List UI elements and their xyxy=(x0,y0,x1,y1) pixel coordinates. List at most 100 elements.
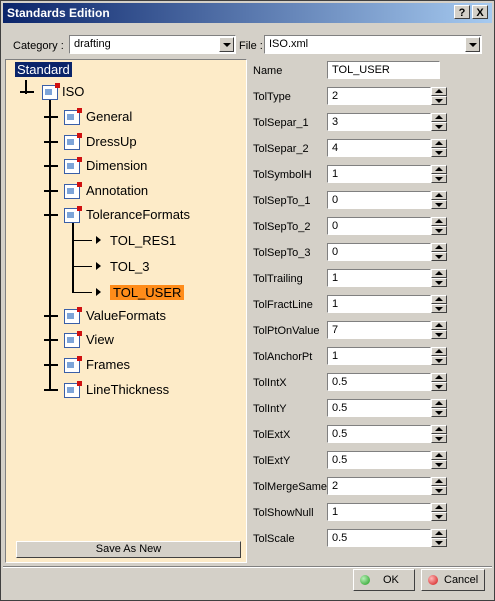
spin-buttons[interactable] xyxy=(431,451,447,469)
property-input[interactable]: 0.5 xyxy=(327,399,431,417)
spin-down-icon[interactable] xyxy=(431,304,447,313)
spin-down-icon[interactable] xyxy=(431,174,447,183)
spin-buttons[interactable] xyxy=(431,139,447,157)
spin-down-icon[interactable] xyxy=(431,200,447,209)
close-button[interactable]: X xyxy=(472,5,488,19)
tree-node-tol-user[interactable]: TOL_USER xyxy=(94,283,204,303)
tree-node-toleranceformats[interactable]: ToleranceFormats xyxy=(44,205,224,225)
spin-up-icon[interactable] xyxy=(431,399,447,408)
spin-buttons[interactable] xyxy=(431,399,447,417)
spin-buttons[interactable] xyxy=(431,425,447,443)
spin-down-icon[interactable] xyxy=(431,330,447,339)
property-input[interactable]: 2 xyxy=(327,87,431,105)
spin-buttons[interactable] xyxy=(431,165,447,183)
property-input[interactable]: 7 xyxy=(327,321,431,339)
spin-buttons[interactable] xyxy=(431,529,447,547)
spin-up-icon[interactable] xyxy=(431,503,447,512)
spin-up-icon[interactable] xyxy=(431,191,447,200)
tree-node-dimension[interactable]: Dimension xyxy=(44,156,184,176)
spin-down-icon[interactable] xyxy=(431,226,447,235)
file-select[interactable]: ISO.xml xyxy=(264,35,482,54)
spin-down-icon[interactable] xyxy=(431,512,447,521)
property-input[interactable]: 1 xyxy=(327,165,431,183)
spin-up-icon[interactable] xyxy=(431,321,447,330)
property-input[interactable]: 1 xyxy=(327,295,431,313)
property-label: TolExtX xyxy=(253,429,291,441)
property-input[interactable]: 0.5 xyxy=(327,425,431,443)
spin-up-icon[interactable] xyxy=(431,165,447,174)
spin-down-icon[interactable] xyxy=(431,408,447,417)
cancel-button[interactable]: Cancel xyxy=(421,569,485,591)
tree-node-view[interactable]: View xyxy=(44,330,164,350)
property-value: 3 xyxy=(332,116,339,128)
spin-buttons[interactable] xyxy=(431,113,447,131)
category-select[interactable]: drafting xyxy=(69,35,236,54)
property-input[interactable]: 1 xyxy=(327,269,431,287)
property-input[interactable]: 1 xyxy=(327,503,431,521)
property-input[interactable]: 0.5 xyxy=(327,451,431,469)
chevron-down-icon[interactable] xyxy=(219,37,234,52)
property-input[interactable]: 0.5 xyxy=(327,373,431,391)
spin-buttons[interactable] xyxy=(431,373,447,391)
spin-buttons[interactable] xyxy=(431,269,447,287)
spin-buttons[interactable] xyxy=(431,295,447,313)
tree-node-tol-3[interactable]: TOL_3 xyxy=(94,257,204,277)
spin-buttons[interactable] xyxy=(431,503,447,521)
spin-buttons[interactable] xyxy=(431,87,447,105)
spin-down-icon[interactable] xyxy=(431,96,447,105)
ok-button[interactable]: OK xyxy=(353,569,415,591)
spin-down-icon[interactable] xyxy=(431,538,447,547)
spin-down-icon[interactable] xyxy=(431,434,447,443)
spin-up-icon[interactable] xyxy=(431,269,447,278)
spin-up-icon[interactable] xyxy=(431,529,447,538)
property-input[interactable]: 1 xyxy=(327,347,431,365)
spin-buttons[interactable] xyxy=(431,243,447,261)
tree-node-label: DressUp xyxy=(86,134,137,149)
spin-up-icon[interactable] xyxy=(431,139,447,148)
property-value: 0 xyxy=(332,220,339,232)
property-input[interactable]: 4 xyxy=(327,139,431,157)
tree-node-dressup[interactable]: DressUp xyxy=(44,132,164,152)
spin-down-icon[interactable] xyxy=(431,382,447,391)
spin-up-icon[interactable] xyxy=(431,451,447,460)
spin-up-icon[interactable] xyxy=(431,87,447,96)
property-input[interactable]: 0 xyxy=(327,217,431,235)
spin-up-icon[interactable] xyxy=(431,477,447,486)
spin-buttons[interactable] xyxy=(431,191,447,209)
property-input[interactable]: 0 xyxy=(327,191,431,209)
tree-root-standard[interactable]: Standard xyxy=(15,62,72,77)
property-input[interactable]: 2 xyxy=(327,477,431,495)
spin-down-icon[interactable] xyxy=(431,356,447,365)
spin-down-icon[interactable] xyxy=(431,460,447,469)
spin-down-icon[interactable] xyxy=(431,122,447,131)
spin-down-icon[interactable] xyxy=(431,486,447,495)
spin-up-icon[interactable] xyxy=(431,113,447,122)
spin-up-icon[interactable] xyxy=(431,347,447,356)
name-field[interactable]: TOL_USER xyxy=(327,61,440,79)
tree-node-tol-res1[interactable]: TOL_RES1 xyxy=(94,231,204,251)
spin-up-icon[interactable] xyxy=(431,295,447,304)
spin-up-icon[interactable] xyxy=(431,373,447,382)
tree-node-iso[interactable]: ISO xyxy=(20,82,100,102)
tree-node-annotation[interactable]: Annotation xyxy=(44,181,184,201)
tree-node-linethickness[interactable]: LineThickness xyxy=(44,380,204,400)
tree-node-frames[interactable]: Frames xyxy=(44,355,164,375)
spin-down-icon[interactable] xyxy=(431,278,447,287)
spin-up-icon[interactable] xyxy=(431,217,447,226)
spin-down-icon[interactable] xyxy=(431,252,447,261)
save-as-new-button[interactable]: Save As New xyxy=(16,541,241,558)
spin-down-icon[interactable] xyxy=(431,148,447,157)
spin-buttons[interactable] xyxy=(431,321,447,339)
spin-buttons[interactable] xyxy=(431,217,447,235)
property-input[interactable]: 0 xyxy=(327,243,431,261)
property-input[interactable]: 3 xyxy=(327,113,431,131)
spin-up-icon[interactable] xyxy=(431,243,447,252)
spin-up-icon[interactable] xyxy=(431,425,447,434)
tree-node-valueformats[interactable]: ValueFormats xyxy=(44,306,204,326)
property-input[interactable]: 0.5 xyxy=(327,529,431,547)
spin-buttons[interactable] xyxy=(431,477,447,495)
help-button[interactable]: ? xyxy=(454,5,470,19)
tree-node-general[interactable]: General xyxy=(44,107,164,127)
chevron-down-icon[interactable] xyxy=(465,37,480,52)
spin-buttons[interactable] xyxy=(431,347,447,365)
